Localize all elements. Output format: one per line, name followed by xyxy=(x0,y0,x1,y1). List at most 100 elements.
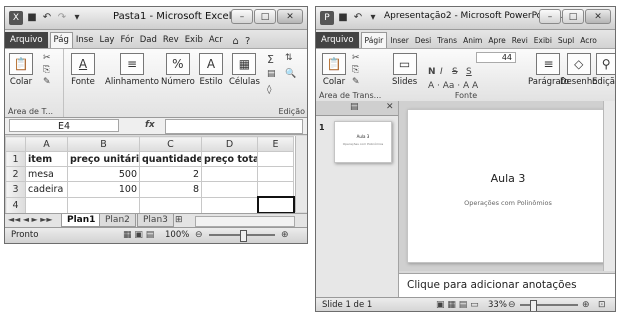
maximize-button[interactable]: □ xyxy=(254,9,276,24)
excel-app-icon[interactable]: X xyxy=(9,10,23,25)
sort-filter-icon[interactable]: ⇅ xyxy=(285,53,293,63)
redo-icon[interactable]: ↷ xyxy=(56,12,68,24)
tab-exibicao[interactable]: Exib xyxy=(182,33,206,48)
zoom-slider-thumb[interactable] xyxy=(240,230,247,242)
tab-apresentacao[interactable]: Apre xyxy=(485,33,508,48)
tab-exibicao[interactable]: Exibi xyxy=(531,33,555,48)
editing-button[interactable]: ⚲ Edição xyxy=(592,53,615,87)
tab-transicoes[interactable]: Trans xyxy=(434,33,460,48)
maximize-button[interactable]: □ xyxy=(562,9,584,24)
cell-d2[interactable] xyxy=(201,166,258,182)
minimize-button[interactable]: – xyxy=(539,9,561,24)
cut-icon[interactable]: ✂ xyxy=(43,53,51,63)
cell-c3[interactable]: 8 xyxy=(139,181,202,198)
select-all-corner[interactable] xyxy=(5,136,26,152)
cell-b2[interactable]: 500 xyxy=(67,166,140,182)
qat-dropdown-icon[interactable]: ▾ xyxy=(71,12,83,24)
column-header-d[interactable]: D xyxy=(201,136,258,152)
save-icon[interactable]: ■ xyxy=(337,12,349,24)
zoom-out-icon[interactable]: ⊖ xyxy=(508,300,516,310)
cell-c4[interactable] xyxy=(139,196,202,214)
help-icon[interactable]: ? xyxy=(242,36,254,48)
cell-b1[interactable]: preço unitário xyxy=(67,151,140,167)
zoom-level[interactable]: 33% xyxy=(488,300,507,310)
cell-e3[interactable] xyxy=(257,181,294,198)
alignment-button[interactable]: ≡ Alinhamento xyxy=(105,53,159,87)
tab-arquivo[interactable]: Arquivo xyxy=(316,32,359,48)
copy-icon[interactable]: ⎘ xyxy=(43,65,50,75)
new-sheet-icon[interactable]: ⊞ xyxy=(175,215,183,225)
tab-revisao[interactable]: Revi xyxy=(509,33,531,48)
tab-revisao[interactable]: Rev xyxy=(160,33,182,48)
tab-arquivo[interactable]: Arquivo xyxy=(5,32,48,48)
bold-icon[interactable]: N xyxy=(428,67,436,77)
tab-acrobat[interactable]: Acro xyxy=(577,33,600,48)
tab-inserir[interactable]: Inse xyxy=(73,33,97,48)
row-header[interactable]: 3 xyxy=(5,181,26,198)
underline-icon[interactable]: S xyxy=(466,67,472,77)
strikethrough-icon[interactable]: S xyxy=(452,67,458,77)
font-size-box[interactable]: 44 xyxy=(476,52,516,63)
name-box[interactable]: E4 xyxy=(9,119,119,132)
slide-thumbnail[interactable]: Aula 3 Operações com Polinômios xyxy=(334,121,392,163)
paste-button[interactable]: 📋 Colar xyxy=(322,53,346,87)
ppt-app-icon[interactable]: P xyxy=(320,10,334,25)
autosum-icon[interactable]: Σ xyxy=(267,53,274,66)
column-header-a[interactable]: A xyxy=(25,136,68,152)
tab-inserir[interactable]: Inser xyxy=(387,33,412,48)
format-painter-icon[interactable]: ✎ xyxy=(352,77,360,87)
horizontal-scrollbar[interactable] xyxy=(195,216,295,227)
tab-animacoes[interactable]: Anim xyxy=(460,33,485,48)
collapse-ribbon-icon[interactable]: ⌂ xyxy=(230,36,242,48)
zoom-in-icon[interactable]: ⊕ xyxy=(281,230,289,240)
close-pane-icon[interactable]: ✕ xyxy=(386,102,394,112)
zoom-in-icon[interactable]: ⊕ xyxy=(582,300,590,310)
slide-title[interactable]: Aula 3 xyxy=(408,172,608,185)
find-icon[interactable]: 🔍 xyxy=(285,69,296,79)
cell-a1[interactable]: item xyxy=(25,151,68,167)
cell-c1[interactable]: quantidade xyxy=(139,151,202,167)
tab-formulas[interactable]: Fór xyxy=(117,33,136,48)
cells-button[interactable]: ▦ Células xyxy=(229,53,260,87)
zoom-slider-thumb[interactable] xyxy=(530,300,537,311)
cut-icon[interactable]: ✂ xyxy=(352,53,360,63)
fill-icon[interactable]: ▤ xyxy=(267,69,276,79)
tab-design[interactable]: Desi xyxy=(412,33,434,48)
cell-e1[interactable] xyxy=(257,151,294,167)
slides-button[interactable]: ▭ Slides xyxy=(392,53,417,87)
paste-button[interactable]: 📋 Colar xyxy=(9,53,33,87)
sheet-tab-plan3[interactable]: Plan3 xyxy=(137,214,174,227)
format-painter-icon[interactable]: ✎ xyxy=(43,77,51,87)
cell-a4[interactable] xyxy=(25,196,68,214)
tab-dados[interactable]: Dad xyxy=(137,33,160,48)
view-buttons-icon[interactable]: ▣ ▦ ▤ ▭ xyxy=(436,300,479,310)
sheet-nav-icon[interactable]: ◄◄ ◄ ► ►► xyxy=(8,215,53,224)
font-button[interactable]: A Fonte xyxy=(71,53,95,87)
notes-pane[interactable]: Clique para adicionar anotações xyxy=(399,273,615,298)
vertical-scrollbar[interactable] xyxy=(295,136,307,212)
save-icon[interactable]: ■ xyxy=(26,12,38,24)
cell-c2[interactable]: 2 xyxy=(139,166,202,182)
cell-b4[interactable] xyxy=(67,196,140,214)
copy-icon[interactable]: ⎘ xyxy=(352,65,359,75)
tab-acrobat[interactable]: Acr xyxy=(206,33,226,48)
vertical-scrollbar[interactable] xyxy=(603,101,615,271)
cell-d4[interactable] xyxy=(201,196,258,214)
cell-d3[interactable] xyxy=(201,181,258,198)
font-color-icon[interactable]: A · Aa · A A xyxy=(428,81,478,91)
view-buttons-icon[interactable]: ▦ ▣ ▤ xyxy=(123,230,154,240)
slide-subtitle[interactable]: Operações com Polinômios xyxy=(408,199,608,207)
column-header-e[interactable]: E xyxy=(257,136,294,152)
cell-a2[interactable]: mesa xyxy=(25,166,68,182)
row-header[interactable]: 4 xyxy=(5,196,26,214)
cell-a3[interactable]: cadeira xyxy=(25,181,68,198)
tab-layout[interactable]: Lay xyxy=(96,33,117,48)
row-header[interactable]: 1 xyxy=(5,151,26,167)
italic-icon[interactable]: I xyxy=(440,67,443,77)
formula-input[interactable] xyxy=(165,119,303,134)
cell-d1[interactable]: preço total xyxy=(201,151,258,167)
cell-e2[interactable] xyxy=(257,166,294,182)
sheet-tab-plan1[interactable]: Plan1 xyxy=(61,214,102,227)
number-button[interactable]: % Número xyxy=(161,53,195,87)
column-header-c[interactable]: C xyxy=(139,136,202,152)
